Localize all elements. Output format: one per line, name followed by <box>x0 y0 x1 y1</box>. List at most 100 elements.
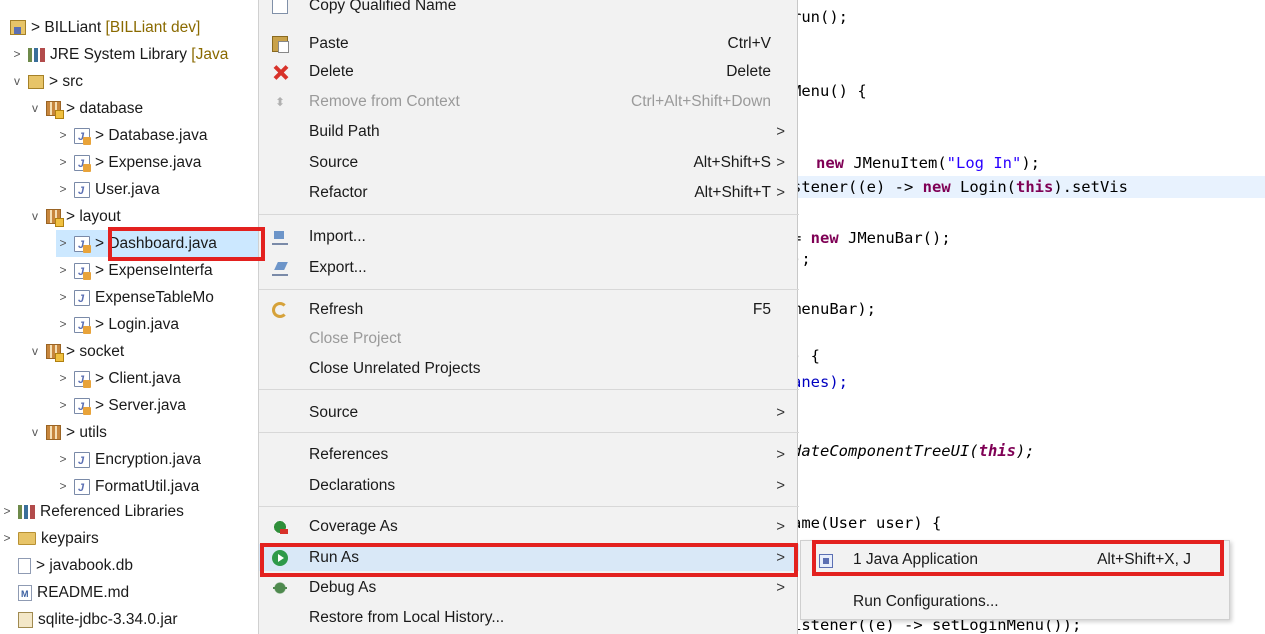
tree-item-database[interactable]: v > database <box>28 95 143 122</box>
tree-item-label: > Expense.java <box>95 154 202 171</box>
chevron-down-icon[interactable]: v <box>28 203 42 230</box>
code-line-highlighted: stener((e) -> new Login(this).setVis <box>790 176 1265 198</box>
chevron-right-icon[interactable]: > <box>56 230 70 257</box>
debug-icon <box>272 580 288 596</box>
tree-item-label: Referenced Libraries <box>40 503 184 520</box>
chevron-right-icon[interactable]: > <box>56 473 70 500</box>
tree-item-jre-library[interactable]: > JRE System Library [Java <box>10 41 228 68</box>
tree-item-referenced-libraries[interactable]: > Referenced Libraries <box>0 498 184 525</box>
code-line: ame(User user) { <box>792 514 942 532</box>
java-file-icon <box>74 313 91 340</box>
menu-item-paste[interactable]: Paste Ctrl+V <box>259 30 799 57</box>
menu-item-export[interactable]: Export... <box>259 254 799 281</box>
tree-item-user-java[interactable]: > User.java <box>56 176 159 205</box>
tree-item-label: > Dashboard.java <box>95 235 217 252</box>
chevron-down-icon[interactable]: v <box>28 338 42 365</box>
menu-item-source-2[interactable]: Source > <box>259 399 799 426</box>
tree-item-project[interactable]: > BILLiant [BILLiant dev] <box>10 14 200 41</box>
submenu-arrow-icon: > <box>776 154 785 171</box>
code-line: anes); <box>792 373 848 391</box>
chevron-down-icon[interactable]: v <box>10 68 24 95</box>
chevron-right-icon[interactable]: > <box>56 365 70 392</box>
tree-item-login-java[interactable]: > > Login.java <box>56 311 179 340</box>
tree-item-server-java[interactable]: > > Server.java <box>56 392 185 421</box>
tree-item-encryption-java[interactable]: > Encryption.java <box>56 446 201 475</box>
chevron-right-icon[interactable]: > <box>56 284 70 311</box>
menu-item-refresh[interactable]: Refresh F5 <box>259 296 799 323</box>
tree-item-expense-table-model[interactable]: > ExpenseTableMo <box>56 284 214 313</box>
chevron-right-icon[interactable]: > <box>0 498 14 525</box>
chevron-right-icon[interactable]: > <box>0 525 14 552</box>
copy-qualified-icon <box>272 0 288 14</box>
chevron-right-icon[interactable]: > <box>56 311 70 338</box>
submenu-item-run-configurations[interactable]: Run Configurations... <box>801 587 1231 617</box>
menu-item-copy-qualified-name[interactable]: Copy Qualified Name <box>259 0 799 19</box>
tree-item-javabook-db[interactable]: > javabook.db <box>18 552 133 579</box>
java-file-icon <box>74 448 90 475</box>
package-icon <box>46 101 64 119</box>
tree-item-keypairs[interactable]: > keypairs <box>0 525 98 552</box>
tree-item-utils[interactable]: v > utils <box>28 419 107 446</box>
tree-item-label: > javabook.db <box>36 557 133 574</box>
chevron-right-icon[interactable]: > <box>56 149 70 176</box>
paste-icon <box>272 36 289 53</box>
tree-item-expense-interface[interactable]: > > ExpenseInterfa <box>56 257 212 286</box>
menu-item-build-path[interactable]: Build Path > <box>259 118 799 145</box>
tree-item-label: > database <box>66 100 144 117</box>
menu-item-close-unrelated-projects[interactable]: Close Unrelated Projects <box>259 355 799 382</box>
tree-item-label: > BILLiant <box>31 19 102 36</box>
package-icon <box>46 425 61 440</box>
java-file-icon <box>74 394 91 421</box>
submenu-item-java-application[interactable]: 1 Java Application Alt+Shift+X, J <box>801 545 1231 575</box>
menu-item-declarations[interactable]: Declarations > <box>259 472 799 499</box>
tree-item-client-java[interactable]: > > Client.java <box>56 365 180 394</box>
tree-item-label: > utils <box>66 424 107 441</box>
tree-item-sqlite-jar[interactable]: sqlite-jdbc-3.34.0.jar <box>18 606 178 633</box>
tree-item-socket[interactable]: v > socket <box>28 338 124 365</box>
tree-item-expense-java[interactable]: > > Expense.java <box>56 149 202 178</box>
tree-item-label: > socket <box>66 343 125 360</box>
menu-item-restore-local-history[interactable]: Restore from Local History... <box>259 604 799 631</box>
tree-item-layout[interactable]: v > layout <box>28 203 121 230</box>
submenu-arrow-icon: > <box>776 477 785 494</box>
chevron-right-icon[interactable]: > <box>56 176 70 203</box>
tree-item-src[interactable]: v > src <box>10 68 83 95</box>
chevron-right-icon[interactable]: > <box>56 392 70 419</box>
chevron-down-icon[interactable]: v <box>28 95 42 122</box>
menu-item-coverage-as[interactable]: Coverage As > <box>259 513 799 540</box>
jar-icon <box>18 611 33 628</box>
code-line: new JMenuItem("Log In"); <box>816 154 1040 172</box>
submenu-arrow-icon: > <box>776 549 785 566</box>
tree-item-dashboard-java[interactable]: > > Dashboard.java <box>56 230 258 259</box>
package-icon <box>46 344 64 362</box>
menu-item-import[interactable]: Import... <box>259 223 799 250</box>
menu-item-debug-as[interactable]: Debug As > <box>259 574 799 601</box>
package-explorer: > BILLiant [BILLiant dev] > JRE System L… <box>0 0 258 634</box>
menu-item-run-as[interactable]: Run As > <box>259 544 799 571</box>
tree-item-readme[interactable]: README.md <box>18 579 129 608</box>
chevron-down-icon[interactable]: v <box>28 419 42 446</box>
menu-item-delete[interactable]: Delete Delete <box>259 58 799 85</box>
submenu-arrow-icon: > <box>776 518 785 535</box>
tree-item-label: ExpenseTableMo <box>95 289 214 306</box>
menu-item-refactor[interactable]: Refactor Alt+Shift+T > <box>259 179 799 206</box>
chevron-right-icon[interactable]: > <box>56 446 70 473</box>
chevron-right-icon[interactable]: > <box>56 257 70 284</box>
chevron-right-icon[interactable]: > <box>10 41 24 68</box>
folder-icon <box>18 532 36 545</box>
file-icon <box>18 557 31 574</box>
code-editor[interactable]: run(); Menu() { new JMenuItem("Log In");… <box>790 0 1265 634</box>
source-folder-icon <box>28 74 44 89</box>
remove-context-icon: ⬍ <box>274 95 286 109</box>
delete-icon <box>272 64 288 80</box>
menu-item-source[interactable]: Source Alt+Shift+S > <box>259 149 799 176</box>
menu-separator <box>259 506 799 507</box>
tree-item-formatutil-java[interactable]: > FormatUtil.java <box>56 473 199 502</box>
project-icon <box>10 20 26 35</box>
menu-separator <box>259 389 799 390</box>
chevron-right-icon[interactable]: > <box>56 122 70 149</box>
java-file-icon <box>74 286 90 313</box>
code-line: Menu() { <box>792 82 867 100</box>
tree-item-database-java[interactable]: > > Database.java <box>56 122 207 151</box>
menu-item-references[interactable]: References > <box>259 441 799 468</box>
